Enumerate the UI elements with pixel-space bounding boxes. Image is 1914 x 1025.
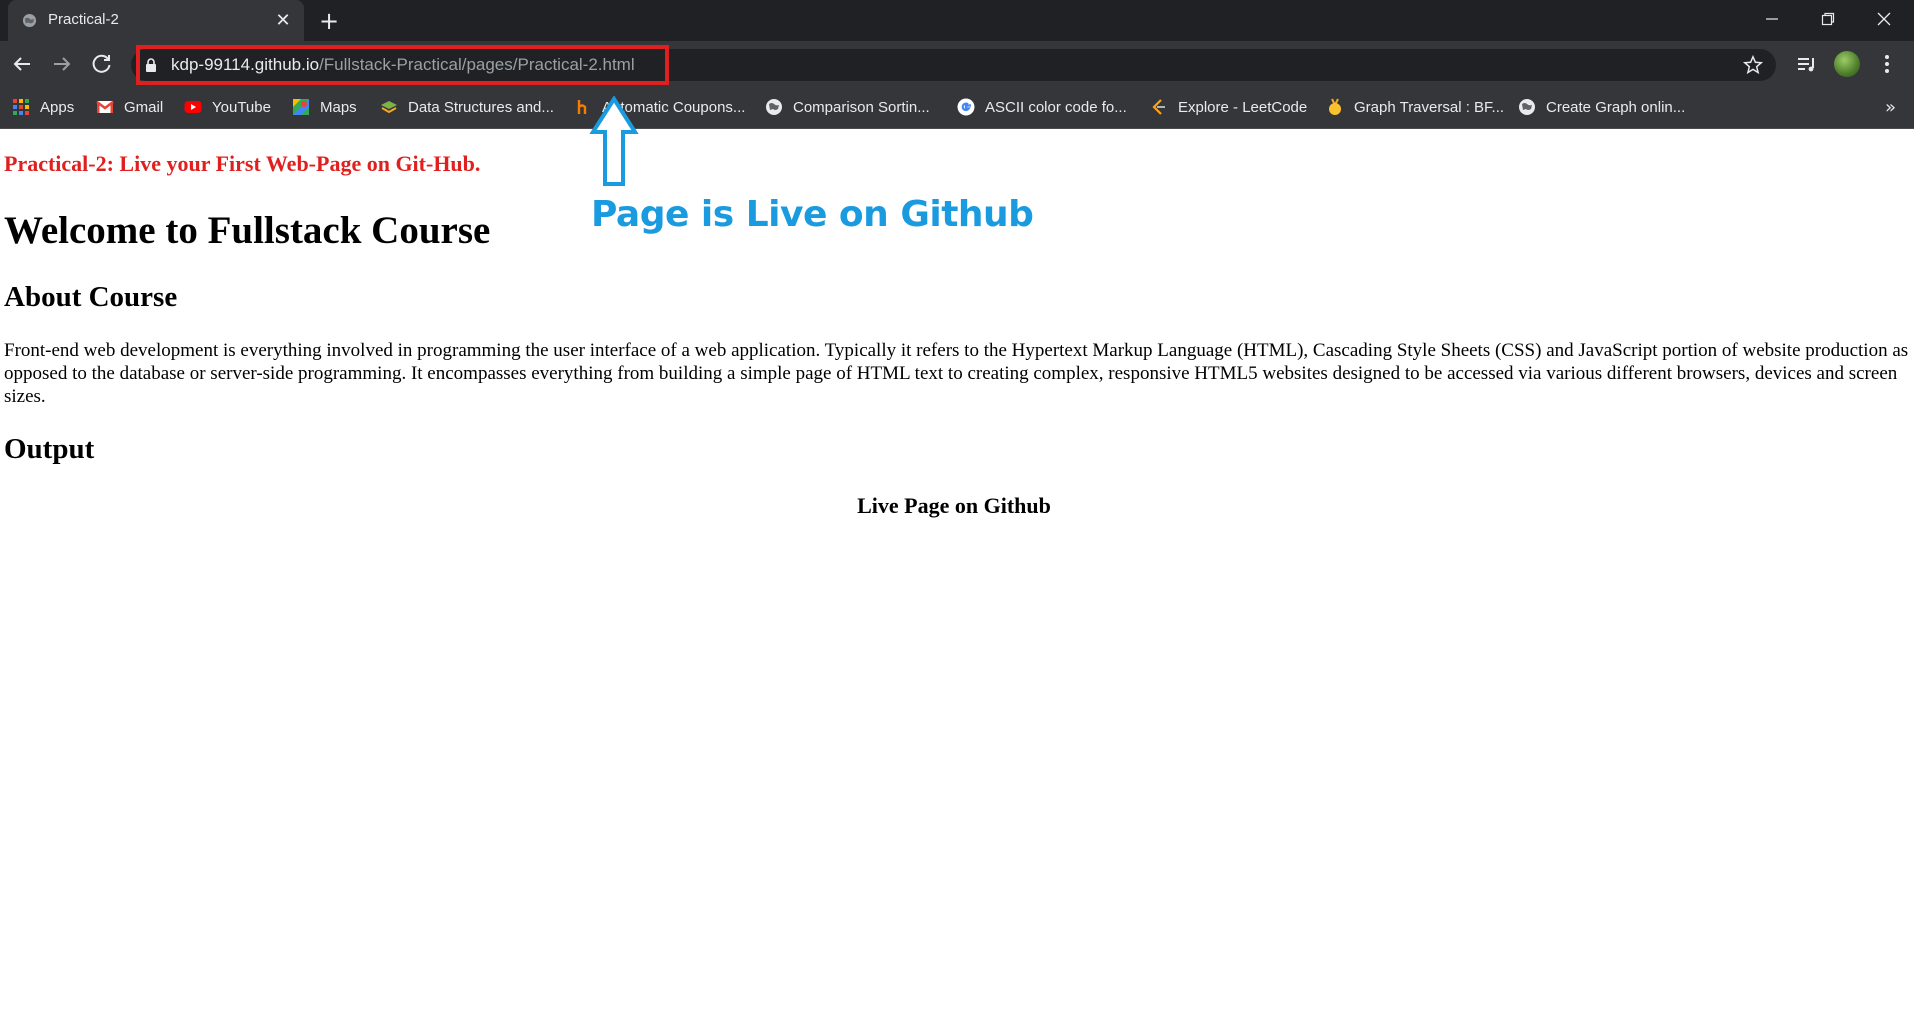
page-content: Practical-2: Live your First Web-Page on…	[0, 129, 1914, 1025]
bookmark-apps[interactable]: Apps	[12, 87, 74, 129]
output-caption: Live Page on Github	[857, 493, 1051, 518]
media-queue-icon[interactable]	[1794, 51, 1820, 77]
google-icon	[957, 98, 975, 116]
window-close-icon[interactable]	[1856, 4, 1912, 36]
bookmark-label: Explore - LeetCode	[1178, 99, 1308, 116]
url-highlight-box	[136, 45, 669, 85]
bookmark-leetcode[interactable]: Explore - LeetCode	[1150, 87, 1307, 129]
bookmark-label: Data Structures and...	[408, 99, 554, 116]
about-heading: About Course	[4, 281, 178, 313]
globe-icon	[766, 98, 782, 115]
star-icon[interactable]	[1742, 54, 1764, 76]
globe-icon	[22, 13, 37, 28]
bookmark-label: Comparison Sortin...	[793, 99, 930, 116]
output-heading: Output	[4, 433, 95, 465]
plus-icon[interactable]: +	[316, 8, 342, 34]
tab-practical-2[interactable]: Practical-2 ✕	[8, 0, 304, 41]
bookmark-graph-traversal[interactable]: Graph Traversal : BF...	[1326, 87, 1504, 129]
back-arrow-icon[interactable]	[8, 50, 36, 78]
youtube-icon	[184, 100, 202, 113]
bookmark-comparison-sorting[interactable]: Comparison Sortin...	[765, 87, 930, 129]
up-arrow-icon	[589, 96, 639, 186]
bookmark-label: Create Graph onlin...	[1546, 99, 1686, 116]
bookmark-create-graph[interactable]: Create Graph onlin...	[1518, 87, 1685, 129]
page-heading: Welcome to Fullstack Course	[4, 209, 491, 252]
bookmark-label: Graph Traversal : BF...	[1354, 99, 1505, 116]
bookmarks-bar: Apps Gmail YouTube Maps Data Structures …	[0, 87, 1914, 129]
bookmark-label: YouTube	[212, 99, 271, 116]
close-icon[interactable]: ✕	[272, 9, 294, 31]
restore-icon[interactable]	[1800, 4, 1856, 36]
tab-title: Practical-2	[48, 11, 119, 28]
leetcode-icon	[1152, 98, 1165, 115]
annotation-text: Page is Live on Github	[591, 194, 1034, 235]
avatar[interactable]	[1834, 51, 1860, 77]
globe-icon	[1519, 98, 1535, 115]
minimize-icon[interactable]	[1744, 4, 1800, 36]
bookmark-gmail[interactable]: Gmail	[96, 87, 163, 129]
bookmark-label: ASCII color code fo...	[985, 99, 1127, 116]
medal-icon	[1329, 98, 1341, 115]
bookmark-youtube[interactable]: YouTube	[184, 87, 271, 129]
bookmark-ascii-color[interactable]: ASCII color code fo...	[957, 87, 1127, 129]
apps-grid-icon	[13, 98, 29, 115]
bookmark-maps[interactable]: Maps	[292, 87, 357, 129]
layers-icon	[381, 100, 397, 113]
bookmark-data-structures[interactable]: Data Structures and...	[380, 87, 554, 129]
bookmark-label: Gmail	[124, 99, 164, 116]
tab-strip: Practical-2 ✕ +	[0, 0, 1914, 41]
practical-title: Practical-2: Live your First Web-Page on…	[4, 151, 481, 176]
forward-arrow-icon[interactable]	[48, 50, 76, 78]
bookmark-label: Maps	[320, 99, 357, 116]
menu-dots-icon[interactable]	[1880, 51, 1894, 77]
about-text: Front-end web development is everything …	[4, 340, 1909, 407]
more-bookmarks-chevron-icon[interactable]: »	[1885, 87, 1896, 129]
maps-icon	[293, 98, 309, 115]
bookmark-label: Apps	[40, 99, 75, 116]
gmail-icon	[96, 100, 114, 113]
reload-icon[interactable]	[88, 50, 116, 78]
